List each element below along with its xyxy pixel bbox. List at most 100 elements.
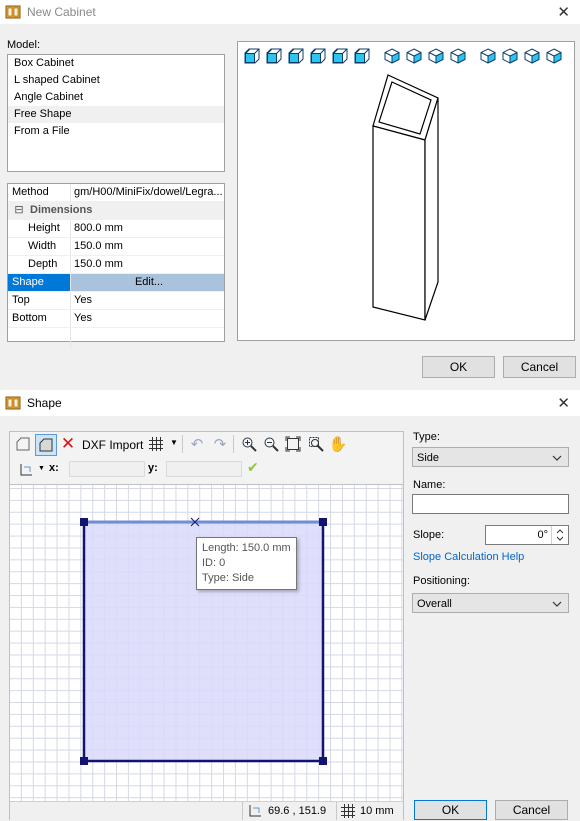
3d-preview-viewport[interactable] <box>237 41 575 341</box>
cabinet-app-icon <box>5 396 21 410</box>
edit-corner-icon[interactable] <box>35 434 57 456</box>
property-key: Shape <box>8 274 71 291</box>
y-label: y: <box>148 462 158 474</box>
draw-shape-icon[interactable] <box>14 435 32 453</box>
x-coordinate-input[interactable] <box>69 461 145 477</box>
apply-check-icon[interactable]: ✔ <box>247 459 259 476</box>
status-separator <box>336 802 337 820</box>
x-label: x: <box>49 462 59 474</box>
chevron-down-icon <box>552 448 562 475</box>
property-row-height[interactable]: Height 800.0 mm <box>8 220 224 238</box>
zoom-window-icon[interactable] <box>307 435 325 453</box>
ok-button[interactable]: OK <box>422 356 495 378</box>
group-label: Dimensions <box>30 204 93 216</box>
chevron-down-icon[interactable]: ▼ <box>170 438 178 447</box>
dxf-import-button[interactable]: DXF Import <box>82 438 143 452</box>
cancel-button[interactable]: Cancel <box>495 800 568 820</box>
slope-input[interactable]: 0° <box>485 525 569 545</box>
shape-toolbar: ✕ DXF Import ▼ ↶ ↷ ✋ ▼ x: y: ✔ <box>10 432 403 484</box>
title-bar: Shape ✕ <box>0 390 580 416</box>
property-value: Yes <box>74 312 92 324</box>
close-icon[interactable]: ✕ <box>557 3 570 21</box>
model-list-item[interactable]: L shaped Cabinet <box>8 72 224 89</box>
drawing-canvas[interactable]: Length: 150.0 mm ID: 0 Type: Side <box>10 484 403 802</box>
slope-value: 0° <box>537 529 548 541</box>
y-coordinate-input[interactable] <box>166 461 242 477</box>
slope-spinner[interactable] <box>551 526 568 544</box>
collapse-icon[interactable]: ⊟ <box>8 202 30 219</box>
tooltip-type: Type: Side <box>202 572 254 584</box>
shape-editor-pane: ✕ DXF Import ▼ ↶ ↷ ✋ ▼ x: y: ✔ Length: 1… <box>9 431 404 820</box>
property-row-bottom[interactable]: Bottom Yes <box>8 310 224 328</box>
vertex-handle <box>80 757 88 765</box>
property-value: Yes <box>74 294 92 306</box>
property-key: Bottom <box>8 310 71 327</box>
cancel-button[interactable]: Cancel <box>503 356 576 378</box>
property-row-top[interactable]: Top Yes <box>8 292 224 310</box>
window-title: New Cabinet <box>27 5 96 19</box>
property-value: 150.0 mm <box>74 240 123 252</box>
delete-icon[interactable]: ✕ <box>59 434 77 453</box>
toolbar-separator <box>233 435 234 453</box>
title-bar: New Cabinet ✕ <box>0 0 580 24</box>
tooltip-id: ID: 0 <box>202 557 226 569</box>
shape-drawing <box>80 517 327 765</box>
redo-icon[interactable]: ↷ <box>211 435 229 453</box>
cursor-coordinates: 69.6 , 151.9 <box>268 805 327 817</box>
property-row-shape[interactable]: Shape Edit... <box>8 274 224 292</box>
positioning-label: Positioning: <box>413 575 470 587</box>
window-title: Shape <box>27 396 62 410</box>
vertex-handle <box>80 518 88 526</box>
property-group-dimensions[interactable]: ⊟ Dimensions <box>8 202 224 220</box>
close-icon[interactable]: ✕ <box>557 394 570 412</box>
toolbar-separator <box>182 435 183 453</box>
status-separator <box>242 802 243 820</box>
type-select-value: Side <box>417 452 440 464</box>
name-label: Name: <box>413 479 446 491</box>
model-label: Model: <box>7 39 41 51</box>
slope-help-link[interactable]: Slope Calculation Help <box>413 551 524 563</box>
shape-window: Shape ✕ ✕ DXF Import ▼ ↶ ↷ ✋ ▼ x: y: ✔ L… <box>0 390 580 820</box>
property-value: 800.0 mm <box>74 222 123 234</box>
ok-button[interactable]: OK <box>414 800 487 820</box>
property-value <box>71 328 224 348</box>
cabinet-app-icon <box>5 5 21 19</box>
zoom-out-icon[interactable] <box>262 435 280 453</box>
property-row-width[interactable]: Width 150.0 mm <box>8 238 224 256</box>
chevron-down-icon <box>552 594 562 621</box>
new-cabinet-window: New Cabinet ✕ Model: Box Cabinet L shaped… <box>0 0 580 388</box>
type-label: Type: <box>413 431 440 443</box>
zoom-extents-icon[interactable] <box>284 435 302 453</box>
pan-hand-icon[interactable]: ✋ <box>329 435 348 453</box>
property-key: Depth <box>8 256 71 273</box>
model-list[interactable]: Box Cabinet L shaped Cabinet Angle Cabinet… <box>7 54 225 172</box>
model-list-item[interactable]: Box Cabinet <box>8 55 224 72</box>
zoom-in-icon[interactable] <box>240 435 258 453</box>
model-list-item[interactable]: Free Shape <box>8 106 224 123</box>
snap-point-icon[interactable] <box>17 461 35 479</box>
model-list-item[interactable]: Angle Cabinet <box>8 89 224 106</box>
property-grid: Method gm/H00/MiniFix/dowel/Legra... ⊟ D… <box>7 183 225 348</box>
type-select[interactable]: Side <box>412 447 569 467</box>
model-list-item[interactable]: From a File <box>8 123 224 140</box>
grid-icon <box>341 804 355 821</box>
positioning-select[interactable]: Overall <box>412 593 569 613</box>
property-key: Method <box>8 184 71 201</box>
property-value: gm/H00/MiniFix/dowel/Legra... <box>74 186 223 198</box>
chevron-down-icon[interactable]: ▼ <box>38 465 45 472</box>
cabinet-3d-model <box>372 74 439 321</box>
vertex-handle <box>319 518 327 526</box>
name-input[interactable] <box>412 494 569 514</box>
grid-icon[interactable] <box>147 435 165 453</box>
undo-icon[interactable]: ↶ <box>188 435 206 453</box>
grid-size: 10 mm <box>360 805 394 817</box>
property-key: Height <box>8 220 71 237</box>
property-row-empty <box>8 328 224 348</box>
edit-shape-button[interactable]: Edit... <box>71 274 224 291</box>
status-bar: 69.6 , 151.9 10 mm <box>10 801 403 820</box>
property-row-depth[interactable]: Depth 150.0 mm <box>8 256 224 274</box>
property-row-method[interactable]: Method gm/H00/MiniFix/dowel/Legra... <box>8 184 224 202</box>
property-key <box>8 328 71 348</box>
property-key: Width <box>8 238 71 255</box>
edge-tooltip: Length: 150.0 mm ID: 0 Type: Side <box>196 537 297 590</box>
